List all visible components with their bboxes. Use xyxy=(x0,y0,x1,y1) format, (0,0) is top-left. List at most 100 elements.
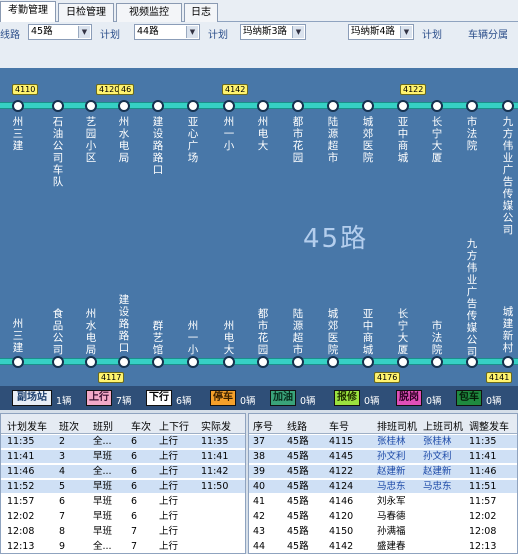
station-marker[interactable] xyxy=(12,356,24,368)
station-marker[interactable] xyxy=(466,356,478,368)
legend-chip[interactable]: 脱岗 xyxy=(396,390,422,406)
station-name-top[interactable]: 都市花园 xyxy=(292,116,304,164)
route-select-b[interactable]: 44路 ▼ xyxy=(134,24,200,40)
station-marker[interactable] xyxy=(257,356,269,368)
column-header[interactable]: 序号 xyxy=(253,418,273,433)
table-row[interactable]: 41 45路 4146 刘永军 11:57 xyxy=(249,495,517,508)
station-name-bottom[interactable]: 陆源超市 xyxy=(292,308,304,356)
table-row[interactable]: 39 45路 4122 赵建新 赵建新 11:46 xyxy=(249,465,517,478)
station-marker[interactable] xyxy=(118,356,130,368)
vehicle-select-a[interactable]: 玛纳斯3路 ▼ xyxy=(240,24,306,40)
bus-marker[interactable]: 4122 xyxy=(400,84,427,95)
station-name-bottom[interactable]: 食品公司 xyxy=(52,308,64,356)
table-row[interactable]: 12:13 9 全... 7 上行 xyxy=(1,540,245,553)
column-header[interactable]: 上班司机 xyxy=(423,418,463,433)
station-marker[interactable] xyxy=(397,100,409,112)
station-marker[interactable] xyxy=(12,100,24,112)
column-header[interactable]: 班次 xyxy=(59,418,79,433)
station-marker[interactable] xyxy=(187,356,199,368)
station-name-top[interactable]: 州水电局 xyxy=(118,116,130,164)
column-header[interactable]: 车次 xyxy=(131,418,151,433)
station-marker[interactable] xyxy=(327,356,339,368)
tab-daily-check[interactable]: 日检管理 xyxy=(58,3,114,22)
station-marker[interactable] xyxy=(118,100,130,112)
station-name-top[interactable]: 长宁大厦 xyxy=(431,116,443,164)
table-row[interactable]: 11:57 6 早班 6 上行 xyxy=(1,495,245,508)
table-row[interactable]: 11:35 2 全... 6 上行 11:35 xyxy=(1,435,245,448)
legend-chip[interactable]: 下行 xyxy=(146,390,172,406)
tab-log[interactable]: 日志 xyxy=(184,3,218,22)
station-name-top[interactable]: 陆源超市 xyxy=(327,116,339,164)
vehicle-select-b[interactable]: 玛纳斯4路 ▼ xyxy=(348,24,414,40)
station-name-top[interactable]: 州一小 xyxy=(223,116,235,152)
route-select-a[interactable]: 45路 ▼ xyxy=(28,24,92,40)
station-name-top[interactable]: 州三建 xyxy=(12,116,24,152)
station-name-bottom[interactable]: 长宁大厦 xyxy=(397,308,409,356)
column-header[interactable]: 调整发车 xyxy=(469,418,509,433)
station-marker[interactable] xyxy=(292,356,304,368)
station-marker[interactable] xyxy=(152,356,164,368)
bus-marker[interactable]: 4176 xyxy=(374,372,401,383)
station-marker[interactable] xyxy=(85,100,97,112)
station-marker[interactable] xyxy=(362,100,374,112)
station-name-top[interactable]: 建设路路口 xyxy=(152,116,164,176)
tab-video-monitor[interactable]: 视频监控 xyxy=(116,3,182,22)
legend-chip[interactable]: 加油 xyxy=(270,390,296,406)
legend-chip[interactable]: 停车 xyxy=(210,390,236,406)
column-header[interactable]: 计划发车 xyxy=(7,418,47,433)
station-name-bottom[interactable]: 城郊医院 xyxy=(327,308,339,356)
station-marker[interactable] xyxy=(257,100,269,112)
station-name-bottom[interactable]: 州三建 xyxy=(12,318,24,354)
station-marker[interactable] xyxy=(431,100,443,112)
table-row[interactable]: 42 45路 4120 马春德 12:02 xyxy=(249,510,517,523)
station-name-bottom[interactable]: 州一小 xyxy=(187,320,199,356)
column-header[interactable]: 上下行 xyxy=(159,418,189,433)
station-name-bottom[interactable]: 九方伟业广告传媒公司 xyxy=(466,238,478,358)
station-name-top[interactable]: 艺园小区 xyxy=(85,116,97,164)
station-marker[interactable] xyxy=(52,356,64,368)
station-name-bottom[interactable]: 建设路路口 xyxy=(118,294,130,354)
station-marker[interactable] xyxy=(397,356,409,368)
table-row[interactable]: 38 45路 4145 孙文利 孙文利 11:41 xyxy=(249,450,517,463)
bus-marker[interactable]: 46 xyxy=(118,84,135,95)
table-row[interactable]: 11:41 3 早班 6 上行 11:41 xyxy=(1,450,245,463)
column-header[interactable]: 实际发 xyxy=(201,418,231,433)
station-marker[interactable] xyxy=(327,100,339,112)
station-marker[interactable] xyxy=(362,356,374,368)
station-name-bottom[interactable]: 州电大 xyxy=(223,320,235,356)
bus-marker[interactable]: 4142 xyxy=(222,84,249,95)
station-name-top[interactable]: 城郊医院 xyxy=(362,116,374,164)
bus-marker[interactable]: 4110 xyxy=(12,84,39,95)
table-row[interactable]: 12:08 8 早班 7 上行 xyxy=(1,525,245,538)
legend-chip[interactable]: 报修 xyxy=(334,390,360,406)
station-name-top[interactable]: 亚心广场 xyxy=(187,116,199,164)
table-row[interactable]: 43 45路 4150 孙满福 12:08 xyxy=(249,525,517,538)
station-name-bottom[interactable]: 都市花园 xyxy=(257,308,269,356)
column-header[interactable]: 班别 xyxy=(93,418,113,433)
legend-chip[interactable]: 副场站 xyxy=(12,390,52,406)
table-row[interactable]: 40 45路 4124 马忠东 马忠东 11:51 xyxy=(249,480,517,493)
table-row[interactable]: 37 45路 4115 张桂林 张桂林 11:35 xyxy=(249,435,517,448)
station-name-bottom[interactable]: 市法院 xyxy=(431,320,443,356)
station-marker[interactable] xyxy=(85,356,97,368)
table-row[interactable]: 44 45路 4142 盛建春 12:13 xyxy=(249,540,517,553)
station-name-bottom[interactable]: 城建新村 xyxy=(502,306,514,354)
station-marker[interactable] xyxy=(223,100,235,112)
station-name-top[interactable]: 九方伟业广告传媒公司 xyxy=(502,116,514,236)
station-marker[interactable] xyxy=(223,356,235,368)
tab-attendance[interactable]: 考勤管理 xyxy=(0,1,56,22)
station-name-bottom[interactable]: 亚中商城 xyxy=(362,308,374,356)
legend-chip[interactable]: 包车 xyxy=(456,390,482,406)
station-name-top[interactable]: 石油公司车队 xyxy=(52,116,64,188)
column-header[interactable]: 线路 xyxy=(287,418,307,433)
station-name-top[interactable]: 亚中商城 xyxy=(397,116,409,164)
station-name-top[interactable]: 市法院 xyxy=(466,116,478,152)
station-marker[interactable] xyxy=(187,100,199,112)
bus-marker[interactable]: 4141 xyxy=(486,372,513,383)
table-row[interactable]: 12:02 7 早班 6 上行 xyxy=(1,510,245,523)
station-marker[interactable] xyxy=(52,100,64,112)
station-name-top[interactable]: 州电大 xyxy=(257,116,269,152)
station-name-bottom[interactable]: 群艺馆 xyxy=(152,320,164,356)
column-header[interactable]: 车号 xyxy=(329,418,349,433)
table-row[interactable]: 11:46 4 全... 6 上行 11:42 xyxy=(1,465,245,478)
